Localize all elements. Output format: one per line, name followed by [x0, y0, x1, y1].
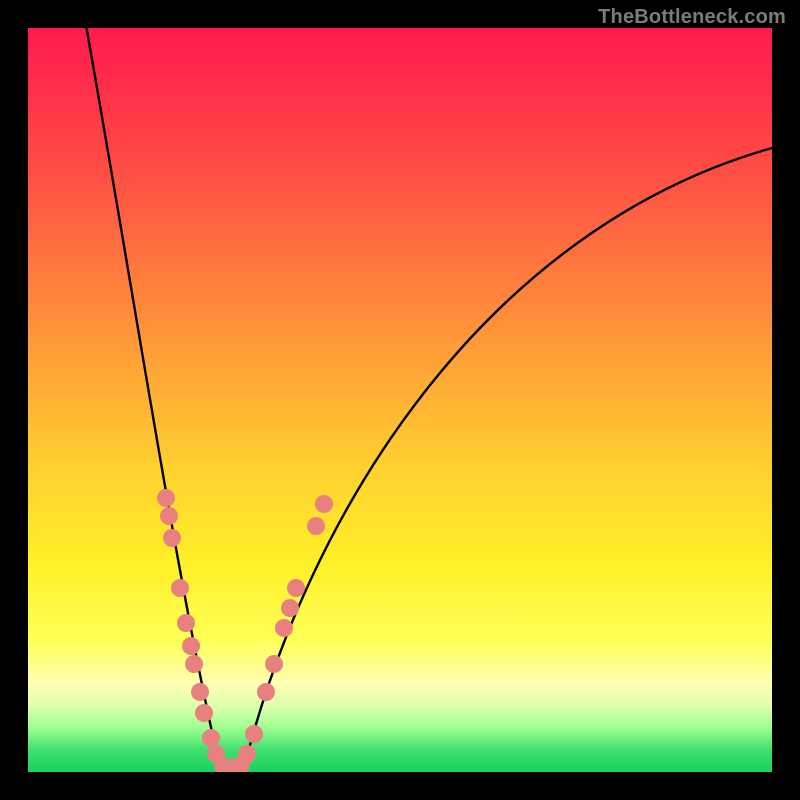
data-point	[163, 529, 181, 547]
data-point	[245, 725, 263, 743]
data-point	[202, 729, 220, 747]
data-point	[177, 614, 195, 632]
data-point	[275, 619, 293, 637]
data-point	[307, 517, 325, 535]
data-point	[287, 579, 305, 597]
data-point	[265, 655, 283, 673]
plot-area	[28, 28, 772, 772]
watermark-label: TheBottleneck.com	[598, 6, 786, 29]
data-point	[160, 507, 178, 525]
data-point	[157, 489, 175, 507]
data-point	[315, 495, 333, 513]
data-point	[257, 683, 275, 701]
data-point	[171, 579, 189, 597]
data-point	[182, 637, 200, 655]
points-layer	[28, 28, 772, 772]
data-point	[185, 655, 203, 673]
data-point	[281, 599, 299, 617]
data-point	[195, 704, 213, 722]
data-point	[238, 745, 256, 763]
data-point	[191, 683, 209, 701]
